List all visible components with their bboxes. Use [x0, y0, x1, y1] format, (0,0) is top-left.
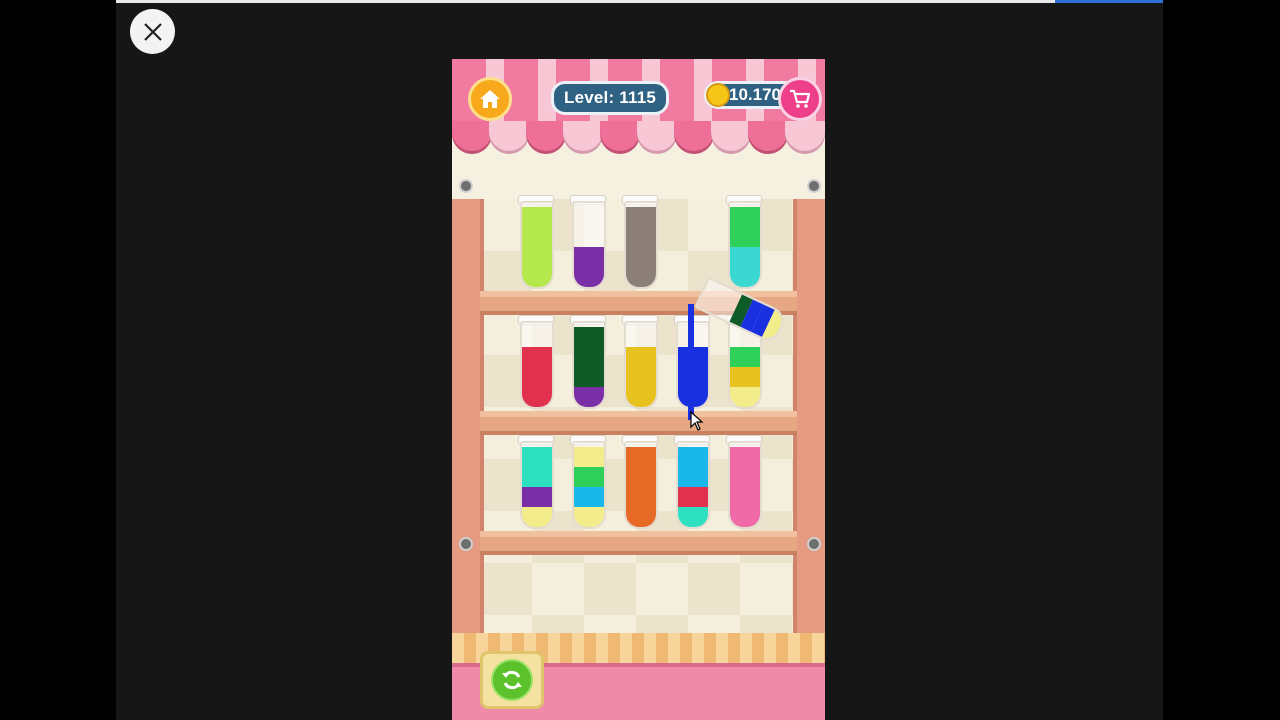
tube[interactable] — [520, 321, 554, 409]
tube[interactable] — [520, 201, 554, 289]
liquid-layer — [730, 367, 760, 387]
liquid-layer — [730, 227, 760, 247]
liquid-layer — [574, 467, 604, 487]
cart-icon — [790, 89, 811, 108]
liquid-layer — [626, 207, 656, 227]
liquid-layer — [522, 387, 552, 407]
liquid-layer — [678, 487, 708, 507]
restart-icon — [491, 659, 533, 701]
shop-button[interactable] — [778, 77, 822, 121]
close-button[interactable] — [130, 9, 175, 54]
liquid-layer — [678, 507, 708, 527]
level-badge: Level: 1115 — [551, 81, 669, 115]
tube[interactable] — [676, 441, 710, 529]
liquid-layer — [626, 467, 656, 487]
liquid-layer — [730, 247, 760, 267]
tube[interactable] — [572, 201, 606, 289]
liquid-layer — [626, 387, 656, 407]
tube[interactable] — [520, 441, 554, 529]
liquid-layer — [730, 267, 760, 287]
shelf-2 — [480, 411, 797, 435]
liquid-layer — [730, 467, 760, 487]
liquid-layer — [522, 467, 552, 487]
liquid-layer — [522, 247, 552, 267]
shelf-3 — [480, 531, 797, 555]
liquid-layer — [626, 447, 656, 467]
tube[interactable] — [728, 201, 762, 289]
liquid-layer — [574, 327, 604, 347]
liquid-layer — [678, 447, 708, 467]
liquid-layer — [574, 367, 604, 387]
liquid-layer — [626, 227, 656, 247]
pour-stream — [688, 304, 694, 420]
liquid-layer — [626, 247, 656, 267]
restart-button[interactable] — [480, 651, 544, 709]
tube[interactable] — [728, 441, 762, 529]
coin-icon — [706, 83, 730, 107]
liquid-layer — [522, 227, 552, 247]
liquid-layer — [574, 507, 604, 527]
progress-accent — [1055, 0, 1163, 3]
level-text: Level: 1115 — [564, 88, 656, 107]
liquid-layer — [730, 447, 760, 467]
liquid-layer — [730, 347, 760, 367]
liquid-layer — [522, 267, 552, 287]
liquid-layer — [626, 347, 656, 367]
tube[interactable] — [572, 441, 606, 529]
screw — [807, 179, 821, 193]
liquid-layer — [522, 367, 552, 387]
liquid-layer — [678, 467, 708, 487]
liquid-layer — [626, 367, 656, 387]
progress-track — [116, 0, 1163, 3]
liquid-layer — [574, 247, 604, 267]
right-post — [793, 199, 825, 699]
coin-count: 10.170 — [729, 85, 781, 104]
left-post — [452, 199, 484, 699]
tube[interactable] — [624, 201, 658, 289]
home-icon — [480, 90, 500, 108]
liquid-layer — [626, 507, 656, 527]
screw — [459, 179, 473, 193]
mouse-cursor-icon — [690, 411, 704, 431]
game-screen: Level: 1115 10.170 — [452, 59, 825, 720]
awning-scallops — [452, 121, 825, 151]
liquid-layer — [574, 487, 604, 507]
liquid-layer — [574, 447, 604, 467]
liquid-layer — [522, 347, 552, 367]
liquid-layer — [574, 267, 604, 287]
liquid-layer — [730, 387, 760, 407]
screw — [459, 537, 473, 551]
liquid-layer — [522, 507, 552, 527]
liquid-layer — [522, 447, 552, 467]
close-icon — [143, 22, 162, 41]
tube[interactable] — [572, 321, 606, 409]
liquid-layer — [730, 487, 760, 507]
liquid-layer — [522, 207, 552, 227]
liquid-layer — [626, 487, 656, 507]
tube[interactable] — [624, 321, 658, 409]
liquid-layer — [574, 387, 604, 407]
liquid-layer — [574, 347, 604, 367]
tube[interactable] — [624, 441, 658, 529]
liquid-layer — [626, 267, 656, 287]
screw — [807, 537, 821, 551]
home-button[interactable] — [468, 77, 512, 121]
liquid-layer — [730, 507, 760, 527]
liquid-layer — [730, 207, 760, 227]
liquid-layer — [522, 487, 552, 507]
